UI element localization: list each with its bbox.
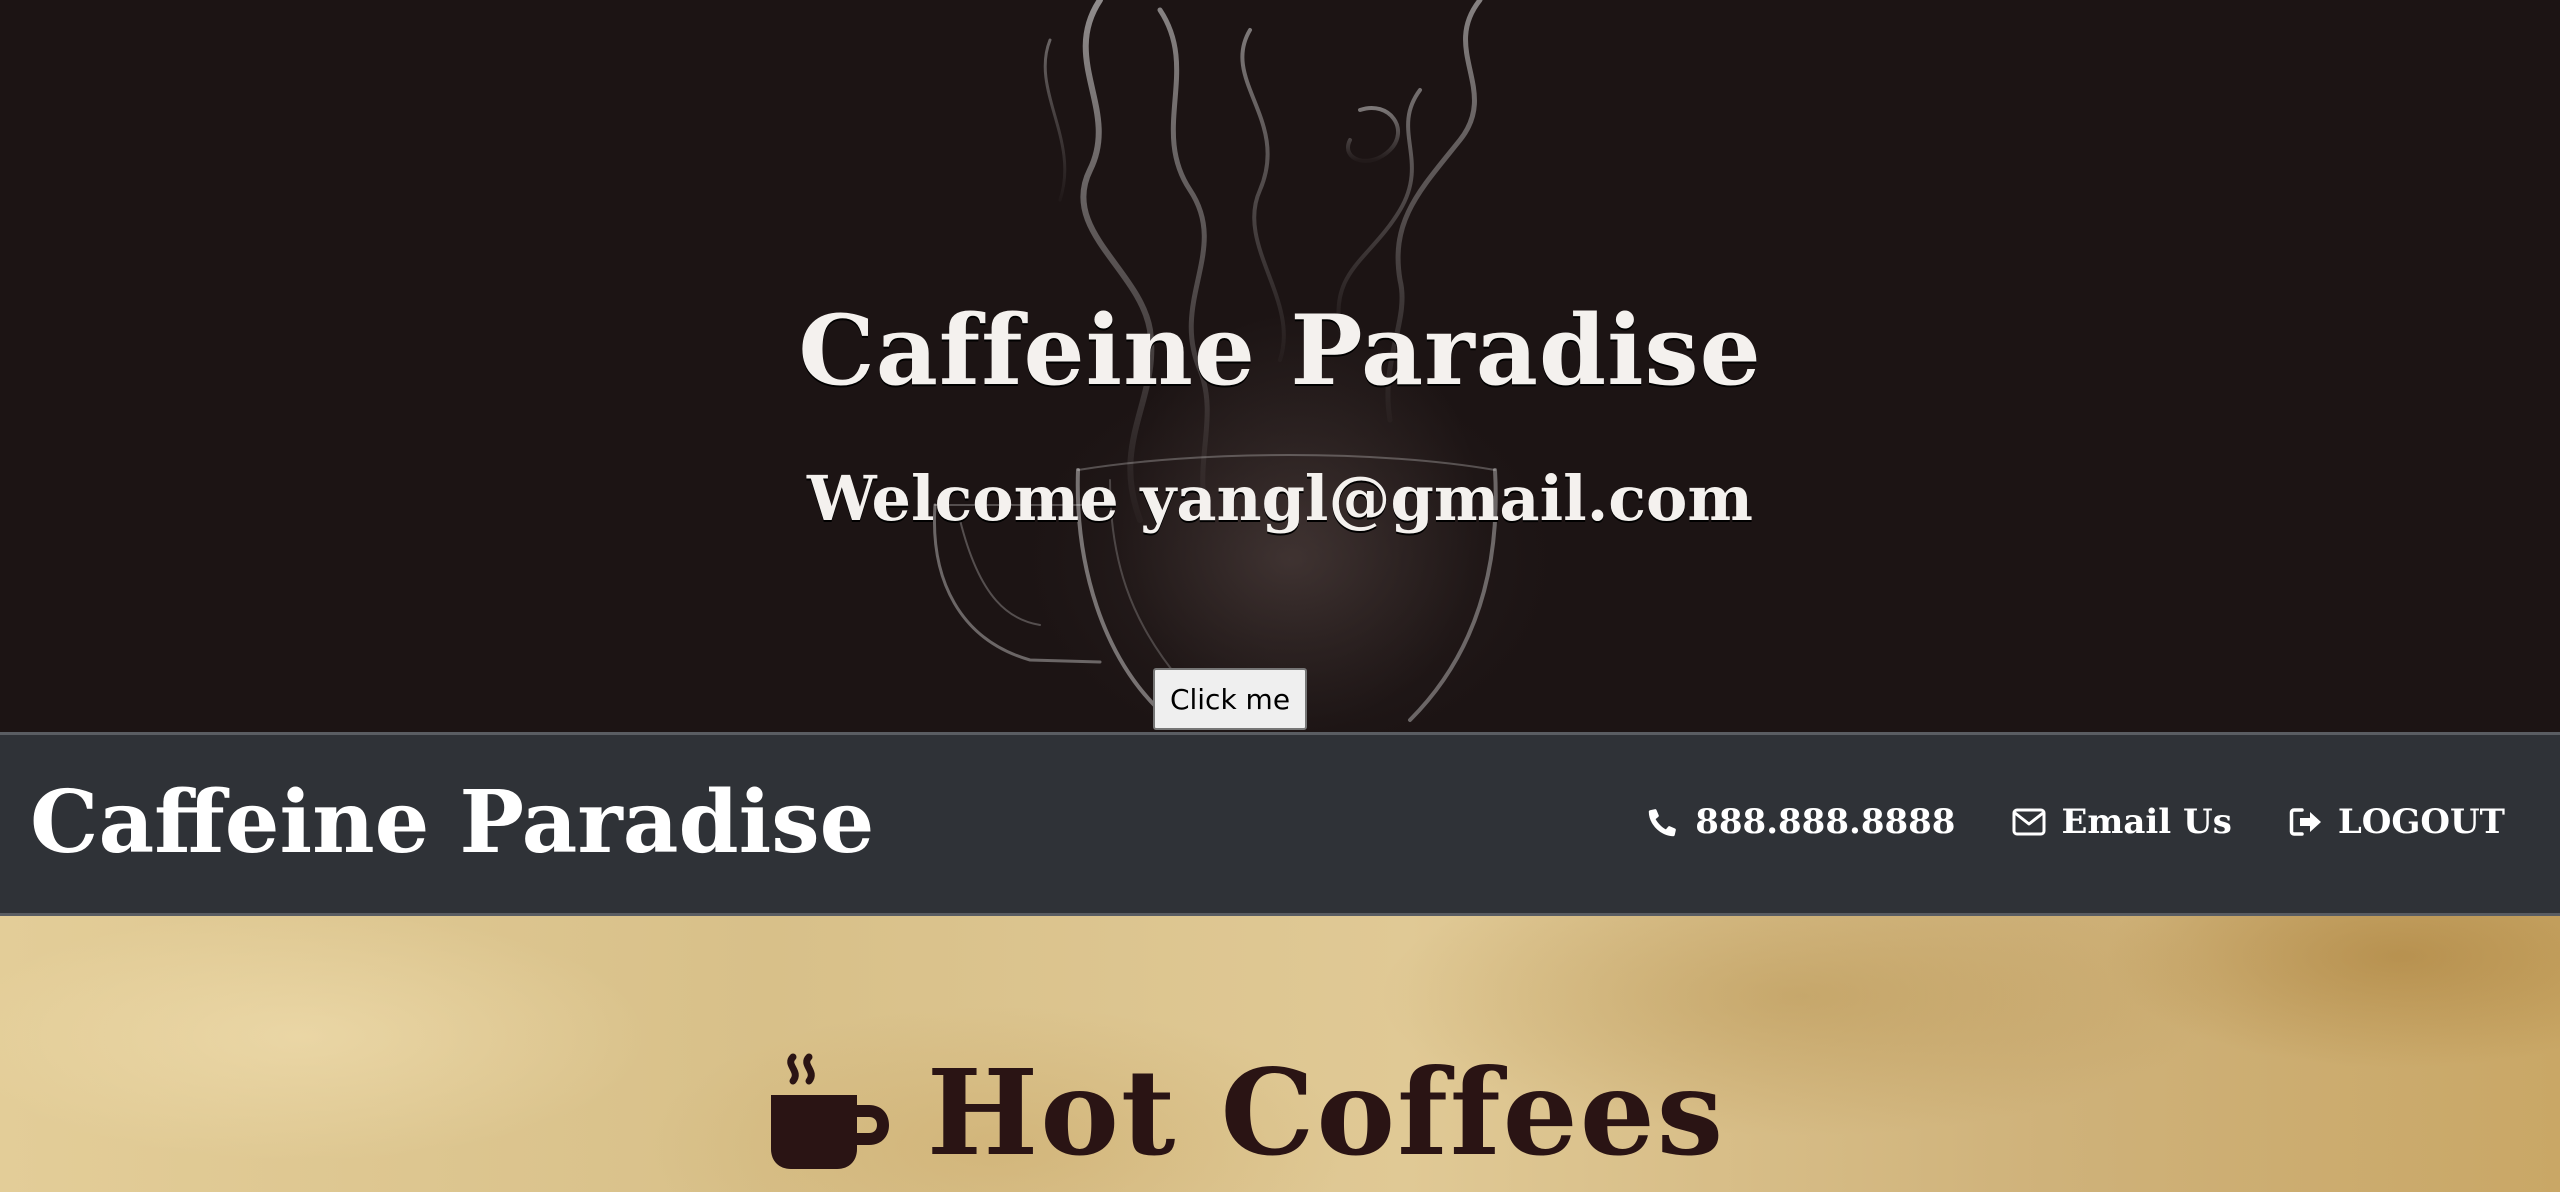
phone-number-label: 888.888.8888 [1695,802,1956,842]
click-me-button[interactable]: Click me [1153,668,1307,730]
hot-coffees-section: Hot Coffees [0,916,2560,1192]
navbar-brand[interactable]: Caffeine Paradise [30,773,874,873]
navbar: Caffeine Paradise 888.888.8888 Email Us [0,732,2560,916]
hero-title: Caffeine Paradise [798,294,1762,408]
hero-banner: Caffeine Paradise Welcome yangl@gmail.co… [0,0,2560,732]
section-title: Hot Coffees [926,1043,1726,1182]
welcome-message: Welcome yangl@gmail.com [806,462,1753,536]
logout-link[interactable]: LOGOUT [2288,797,2505,847]
sign-out-icon [2288,804,2324,840]
section-heading: Hot Coffees [0,1048,2560,1178]
email-us-label: Email Us [2061,802,2232,842]
email-us-link[interactable]: Email Us [2011,797,2232,847]
phone-link[interactable]: 888.888.8888 [1645,797,1955,847]
navbar-links: 888.888.8888 Email Us LOGOUT [1645,797,2505,847]
phone-icon [1645,804,1681,840]
envelope-icon [2011,804,2047,840]
logout-label: LOGOUT [2337,802,2505,842]
coffee-cup-icon [765,1049,893,1177]
